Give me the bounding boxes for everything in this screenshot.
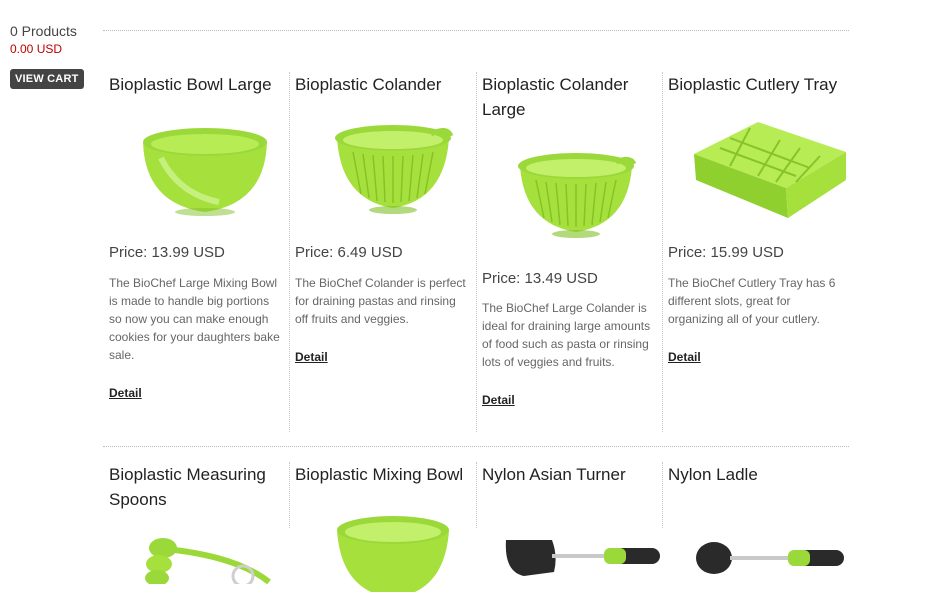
product-description: The BioChef Cutlery Tray has 6 different…	[668, 276, 836, 326]
cart-total: 0.00 USD	[10, 42, 63, 56]
detail-link[interactable]: Detail	[295, 350, 328, 364]
cart-summary: 0 Products 0.00 USD VIEW CART	[10, 22, 100, 89]
product-title[interactable]: Nylon Asian Turner	[482, 462, 660, 487]
product-title[interactable]: Bioplastic Bowl Large	[109, 72, 287, 97]
product-title[interactable]: Bioplastic Measuring Spoons	[109, 462, 287, 512]
product-title[interactable]: Bioplastic Mixing Bowl	[295, 462, 473, 487]
divider-top	[103, 30, 849, 31]
product-price: Price: 6.49 USD	[295, 244, 403, 261]
turner-image[interactable]	[500, 532, 662, 589]
measuring-spoons-image[interactable]	[119, 528, 289, 589]
product-card: Bioplastic Measuring Spoons	[103, 462, 289, 588]
product-description: The BioChef Colander is perfect for drai…	[295, 276, 466, 326]
product-card: Bioplastic Mixing Bowl	[289, 462, 475, 597]
colander-image[interactable]	[331, 122, 455, 223]
product-card: Bioplastic Colander Large Price: 13.49 U…	[476, 72, 662, 432]
cutlery-tray-image[interactable]	[690, 118, 848, 227]
ladle-image[interactable]	[692, 534, 848, 589]
detail-link[interactable]: Detail	[109, 386, 142, 400]
product-price: Price: 13.49 USD	[482, 270, 598, 287]
bowl-image[interactable]	[139, 124, 271, 225]
product-card: Nylon Ladle	[662, 462, 848, 584]
detail-link[interactable]: Detail	[482, 393, 515, 407]
product-price: Price: 15.99 USD	[668, 244, 784, 261]
product-title[interactable]: Bioplastic Colander Large	[482, 72, 660, 122]
product-description: The BioChef Large Colander is ideal for …	[482, 301, 651, 369]
view-cart-button[interactable]: VIEW CART	[10, 69, 84, 89]
colander-large-image[interactable]	[514, 150, 638, 245]
product-title[interactable]: Bioplastic Colander	[295, 72, 473, 97]
product-description: The BioChef Large Mixing Bowl is made to…	[109, 276, 280, 362]
mixing-bowl-image[interactable]	[333, 512, 453, 597]
detail-link[interactable]: Detail	[668, 350, 701, 364]
product-card: Nylon Asian Turner	[476, 462, 662, 584]
product-card: Bioplastic Bowl Large Price: 13.99 USD T…	[103, 72, 289, 432]
divider-middle	[103, 446, 849, 447]
product-card: Bioplastic Cutlery Tray Price: 15.99 USD…	[662, 72, 848, 432]
product-card: Bioplastic Colander Price: 6.49 USD The …	[289, 72, 475, 432]
product-title[interactable]: Nylon Ladle	[668, 462, 846, 487]
product-price: Price: 13.99 USD	[109, 244, 225, 261]
product-title[interactable]: Bioplastic Cutlery Tray	[668, 72, 846, 97]
cart-count: 0 Products	[10, 23, 77, 39]
